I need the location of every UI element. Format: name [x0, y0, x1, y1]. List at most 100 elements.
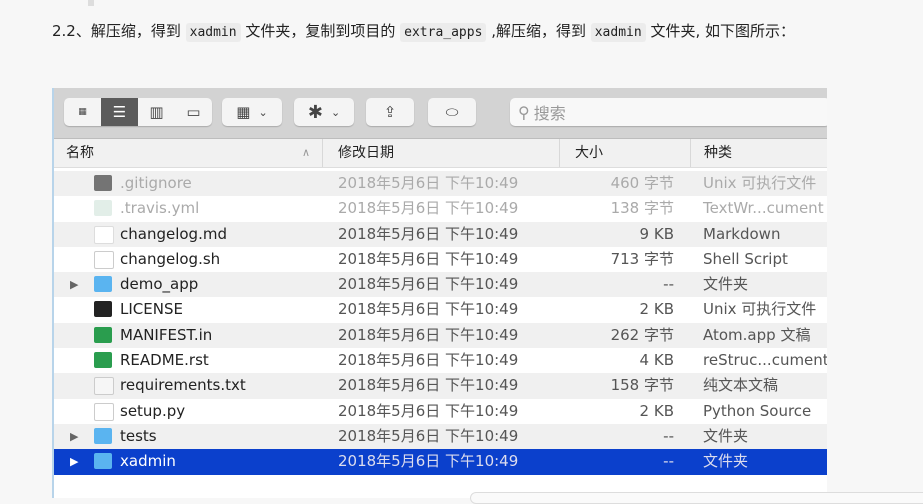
file-size: --: [663, 426, 674, 445]
terminal-icon: [94, 301, 112, 318]
file-size: 158 字节: [610, 376, 674, 395]
action-button[interactable]: ✱ ⌄: [294, 98, 354, 126]
disclosure-triangle-icon[interactable]: ▶: [70, 449, 78, 474]
file-row[interactable]: LICENSE 2018年5月6日 下午10:49 2 KB Unix 可执行文件: [54, 297, 827, 322]
bottom-bar: [470, 492, 923, 504]
list-view-icon[interactable]: ☰: [101, 98, 138, 126]
markdown-icon: [94, 225, 114, 244]
file-date: 2018年5月6日 下午10:49: [338, 300, 519, 319]
file-name: README.rst: [120, 351, 209, 370]
file-date: 2018年5月6日 下午10:49: [338, 426, 519, 445]
file-date: 2018年5月6日 下午10:49: [338, 325, 519, 344]
column-kind[interactable]: 种类: [692, 139, 827, 167]
inline-code: extra_apps: [400, 23, 487, 42]
file-name: MANIFEST.in: [120, 325, 213, 344]
file-name: LICENSE: [120, 300, 183, 319]
group-icon: ▦: [236, 103, 251, 121]
column-name[interactable]: 名称 ∧: [54, 139, 323, 167]
file-kind: Shell Script: [703, 249, 788, 268]
column-name-label: 名称: [66, 145, 94, 161]
document-icon: [94, 250, 114, 269]
gear-icon: ✱: [307, 101, 323, 123]
file-name: requirements.txt: [120, 376, 246, 395]
folder-icon: [94, 276, 112, 293]
file-kind: 文件夹: [703, 275, 749, 294]
icon-view-icon[interactable]: ▦: [64, 98, 101, 126]
file-name: demo_app: [120, 275, 199, 294]
python-file-icon: [94, 402, 114, 421]
chevron-down-icon: ⌄: [258, 105, 268, 119]
blockquote-edge: [88, 0, 94, 6]
file-size: --: [663, 452, 674, 471]
folder-icon: [94, 453, 112, 470]
search-placeholder: 搜索: [533, 104, 566, 123]
text: ,解压缩，得到: [486, 22, 591, 40]
file-row[interactable]: ▶ xadmin 2018年5月6日 下午10:49 -- 文件夹: [54, 449, 827, 475]
file-row[interactable]: changelog.sh 2018年5月6日 下午10:49 713 字节 Shell…: [54, 247, 827, 272]
file-name: setup.py: [120, 401, 186, 420]
share-button[interactable]: ⇪: [366, 98, 414, 126]
file-kind: 文件夹: [703, 452, 749, 471]
file-date: 2018年5月6日 下午10:49: [338, 224, 519, 243]
text: 文件夹, 如下图所示：: [645, 22, 796, 40]
file-kind: Markdown: [703, 224, 781, 243]
file-row[interactable]: .gitignore 2018年5月6日 下午10:49 460 字节 Unix 可执…: [54, 171, 827, 197]
file-kind: 纯文本文稿: [703, 376, 779, 395]
chevron-down-icon: ⌄: [330, 105, 341, 119]
file-name: xadmin: [120, 452, 176, 471]
inline-code: xadmin: [185, 23, 241, 42]
file-date: 2018年5月6日 下午10:49: [338, 351, 519, 370]
file-date: 2018年5月6日 下午10:49: [338, 174, 519, 192]
file-list: .gitignore 2018年5月6日 下午10:49 460 字节 Unix 可执…: [54, 171, 827, 475]
inline-code: xadmin: [590, 23, 646, 42]
file-row[interactable]: changelog.md 2018年5月6日 下午10:49 9 KB Markdow…: [54, 221, 827, 247]
finder-window-screenshot: ▦ ☰ ▥ ▭ ▦ ⌄ ✱ ⌄ ⇪ ⬭ ⚲ 搜索 名称 ∧ 修改日期 大小 种类 .gi…: [52, 88, 827, 498]
file-size: 2 KB: [639, 300, 674, 319]
column-view-icon[interactable]: ▥: [138, 98, 175, 126]
file-size: 4 KB: [639, 351, 674, 370]
group-by-button[interactable]: ▦ ⌄: [222, 98, 282, 126]
search-input[interactable]: ⚲ 搜索: [510, 98, 827, 126]
file-name: changelog.md: [120, 224, 227, 243]
file-name: .gitignore: [120, 174, 192, 192]
file-row[interactable]: README.rst 2018年5月6日 下午10:49 4 KB reStruc..…: [54, 348, 827, 373]
atom-icon: [94, 352, 112, 369]
file-date: 2018年5月6日 下午10:49: [338, 401, 519, 420]
search-icon: ⚲: [518, 102, 530, 122]
file-kind: Unix 可执行文件: [703, 300, 817, 319]
disclosure-triangle-icon[interactable]: ▶: [70, 424, 78, 449]
terminal-icon: [94, 175, 112, 191]
gallery-view-icon[interactable]: ▭: [175, 98, 212, 126]
file-row[interactable]: requirements.txt 2018年5月6日 下午10:49 158 字节 纯…: [54, 373, 827, 399]
file-kind: reStruc...cument: [703, 351, 827, 370]
file-row[interactable]: .travis.yml 2018年5月6日 下午10:49 138 字节 TextWr…: [54, 196, 827, 221]
file-size: 2 KB: [639, 401, 674, 420]
file-row[interactable]: setup.py 2018年5月6日 下午10:49 2 KB Python Sour…: [54, 399, 827, 424]
file-size: 460 字节: [610, 174, 674, 192]
column-header: 名称 ∧ 修改日期 大小 种类: [54, 139, 827, 168]
column-size[interactable]: 大小: [561, 139, 691, 167]
view-mode-control[interactable]: ▦ ☰ ▥ ▭: [64, 98, 212, 126]
tag-icon: ⬭: [445, 103, 459, 121]
file-date: 2018年5月6日 下午10:49: [338, 452, 519, 471]
tag-button[interactable]: ⬭: [428, 98, 476, 126]
file-kind: TextWr...cument: [703, 199, 824, 218]
file-kind: Unix 可执行文件: [703, 174, 817, 192]
share-icon: ⇪: [383, 103, 397, 121]
file-row[interactable]: ▶ demo_app 2018年5月6日 下午10:49 -- 文件夹: [54, 272, 827, 298]
text: 2.2、解压缩，得到: [52, 22, 186, 40]
instruction-paragraph: 2.2、解压缩，得到 xadmin 文件夹，复制到项目的 extra_apps …: [52, 17, 832, 47]
file-size: 713 字节: [610, 249, 674, 268]
disclosure-triangle-icon[interactable]: ▶: [70, 272, 78, 297]
file-size: 138 字节: [610, 199, 674, 218]
column-date[interactable]: 修改日期: [324, 139, 560, 167]
file-size: --: [663, 275, 674, 294]
yml-file-icon: [94, 200, 112, 217]
file-size: 262 字节: [610, 325, 674, 344]
file-row[interactable]: MANIFEST.in 2018年5月6日 下午10:49 262 字节 Atom.a…: [54, 322, 827, 349]
file-kind: Atom.app 文稿: [703, 325, 811, 344]
file-name: .travis.yml: [120, 199, 200, 218]
folder-icon: [94, 427, 112, 444]
file-size: 9 KB: [639, 224, 674, 243]
file-row[interactable]: ▶ tests 2018年5月6日 下午10:49 -- 文件夹: [54, 423, 827, 450]
